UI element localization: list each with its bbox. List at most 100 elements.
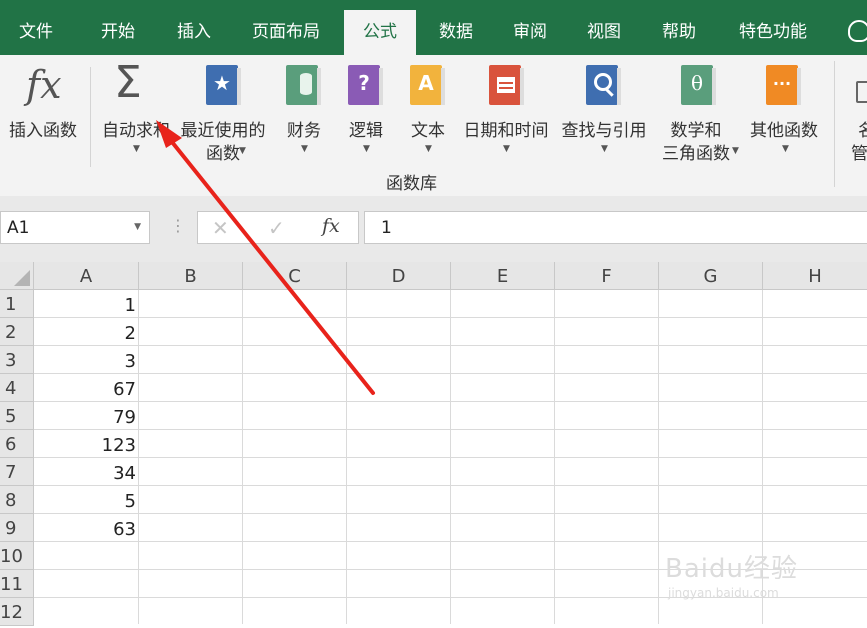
sigma-icon: Σ: [114, 57, 142, 108]
column-header-b[interactable]: B: [139, 262, 243, 290]
tab-special-features[interactable]: 特色功能: [726, 0, 820, 55]
row-header-10[interactable]: 10: [0, 542, 34, 570]
tab-review[interactable]: 审阅: [494, 0, 566, 55]
insert-function-button[interactable]: fx 插入函数: [8, 55, 78, 185]
row-header-1[interactable]: 1: [0, 290, 34, 318]
recently-used-label-2: 函数: [206, 144, 240, 164]
formula-input[interactable]: 1: [364, 211, 867, 244]
more-functions-label: 其他函数: [750, 121, 818, 141]
cell-a6[interactable]: 123: [34, 430, 136, 458]
cell-a7[interactable]: 34: [34, 458, 136, 486]
book-magnifier-icon: [586, 65, 621, 105]
baidu-watermark-url: jingyan.baidu.com: [668, 586, 779, 600]
chevron-down-icon: ▼: [301, 144, 308, 154]
cell-a1[interactable]: 1: [34, 290, 136, 318]
tab-page-layout[interactable]: 页面布局: [240, 0, 332, 55]
tab-file[interactable]: 文件: [0, 0, 72, 55]
book-letter-a-icon: A: [410, 65, 445, 105]
ribbon-separator: [834, 61, 835, 187]
gridline: [34, 541, 867, 542]
lightbulb-icon[interactable]: [848, 20, 867, 42]
name-manager-label-2: 管: [851, 144, 867, 164]
gridline: [34, 457, 867, 458]
row-header-5[interactable]: 5: [0, 402, 34, 430]
chevron-down-icon: ▼: [133, 144, 140, 154]
formula-buttons: ✕ ✓ fx: [197, 211, 359, 244]
row-header-6[interactable]: 6: [0, 430, 34, 458]
financial-button[interactable]: 财务 ▼: [284, 55, 324, 185]
recently-used-button[interactable]: ★ 最近使用的 函数 ▼: [180, 55, 266, 185]
book-ellipsis-icon: ···: [766, 65, 801, 105]
chevron-down-icon: ▼: [425, 144, 432, 154]
row-header-12[interactable]: 12: [0, 598, 34, 626]
book-theta-icon: θ: [681, 65, 716, 105]
book-star-icon: ★: [206, 65, 241, 105]
name-box[interactable]: A1 ▼: [0, 211, 150, 244]
fx-icon: fx: [26, 63, 62, 107]
baidu-watermark: Baidu经验: [665, 554, 798, 584]
gridline: [34, 513, 867, 514]
chevron-down-icon: ▼: [732, 146, 739, 156]
tab-insert[interactable]: 插入: [158, 0, 230, 55]
book-coins-icon: [286, 65, 321, 105]
book-question-icon: ?: [348, 65, 383, 105]
tab-formulas[interactable]: 公式: [344, 10, 416, 55]
ribbon-tab-bar: 文件 开始 插入 页面布局 公式 数据 审阅 视图 帮助 特色功能: [0, 0, 867, 55]
column-header-d[interactable]: D: [347, 262, 451, 290]
column-header-h[interactable]: H: [763, 262, 867, 290]
row-header-9[interactable]: 9: [0, 514, 34, 542]
row-header-3[interactable]: 3: [0, 346, 34, 374]
row-header-2[interactable]: 2: [0, 318, 34, 346]
name-manager-button[interactable]: 名 管: [850, 55, 867, 185]
chevron-down-icon: ▼: [782, 144, 789, 154]
column-header-a[interactable]: A: [34, 262, 139, 290]
row-header-7[interactable]: 7: [0, 458, 34, 486]
column-header-c[interactable]: C: [243, 262, 347, 290]
formula-input-value: 1: [381, 218, 392, 238]
tag-icon: [856, 81, 867, 103]
cell-a8[interactable]: 5: [34, 486, 136, 514]
gridline: [34, 373, 867, 374]
gridline: [34, 401, 867, 402]
gridline: [34, 429, 867, 430]
chevron-down-icon: ▼: [601, 144, 608, 154]
date-time-button[interactable]: 日期和时间 ▼: [462, 55, 550, 185]
cell-a4[interactable]: 67: [34, 374, 136, 402]
ribbon: fx 插入函数 Σ 自动求和 ▼ ★ 最近使用的 函数 ▼ 财务 ▼ ? 逻辑 …: [0, 55, 867, 197]
enter-check-icon[interactable]: ✓: [268, 216, 285, 240]
name-box-value: A1: [7, 218, 30, 238]
chevron-down-icon: ▼: [363, 144, 370, 154]
function-library-group-label: 函数库: [386, 174, 437, 194]
column-header-f[interactable]: F: [555, 262, 659, 290]
column-header-g[interactable]: G: [659, 262, 763, 290]
logical-button[interactable]: ? 逻辑 ▼: [346, 55, 386, 185]
row-header-11[interactable]: 11: [0, 570, 34, 598]
gridline: [34, 345, 867, 346]
gridline: [34, 485, 867, 486]
select-all-button[interactable]: [0, 262, 34, 290]
formula-bar: A1 ▼ ⋮ ✕ ✓ fx 1: [0, 196, 867, 262]
cancel-icon[interactable]: ✕: [212, 216, 229, 240]
cell-a5[interactable]: 79: [34, 402, 136, 430]
cell-a2[interactable]: 2: [34, 318, 136, 346]
row-header-8[interactable]: 8: [0, 486, 34, 514]
name-manager-label-1: 名: [858, 121, 867, 141]
insert-function-fx-icon[interactable]: fx: [322, 215, 340, 237]
math-trig-label-2: 三角函数: [662, 144, 730, 164]
cell-a9[interactable]: 63: [34, 514, 136, 542]
math-trig-button[interactable]: θ 数学和 三角函数 ▼: [654, 55, 739, 185]
chevron-down-icon: ▼: [239, 146, 246, 156]
column-header-e[interactable]: E: [451, 262, 555, 290]
tab-help[interactable]: 帮助: [643, 0, 715, 55]
book-calendar-icon: [489, 65, 524, 105]
gridline: [34, 317, 867, 318]
tab-data[interactable]: 数据: [420, 0, 492, 55]
cell-a3[interactable]: 3: [34, 346, 136, 374]
row-header-4[interactable]: 4: [0, 374, 34, 402]
drag-handle-icon[interactable]: ⋮: [170, 216, 186, 235]
chevron-down-icon[interactable]: ▼: [134, 222, 141, 232]
more-functions-button[interactable]: ··· 其他函数 ▼: [748, 55, 820, 185]
chevron-down-icon: ▼: [503, 144, 510, 154]
tab-home[interactable]: 开始: [82, 0, 154, 55]
tab-view[interactable]: 视图: [568, 0, 640, 55]
